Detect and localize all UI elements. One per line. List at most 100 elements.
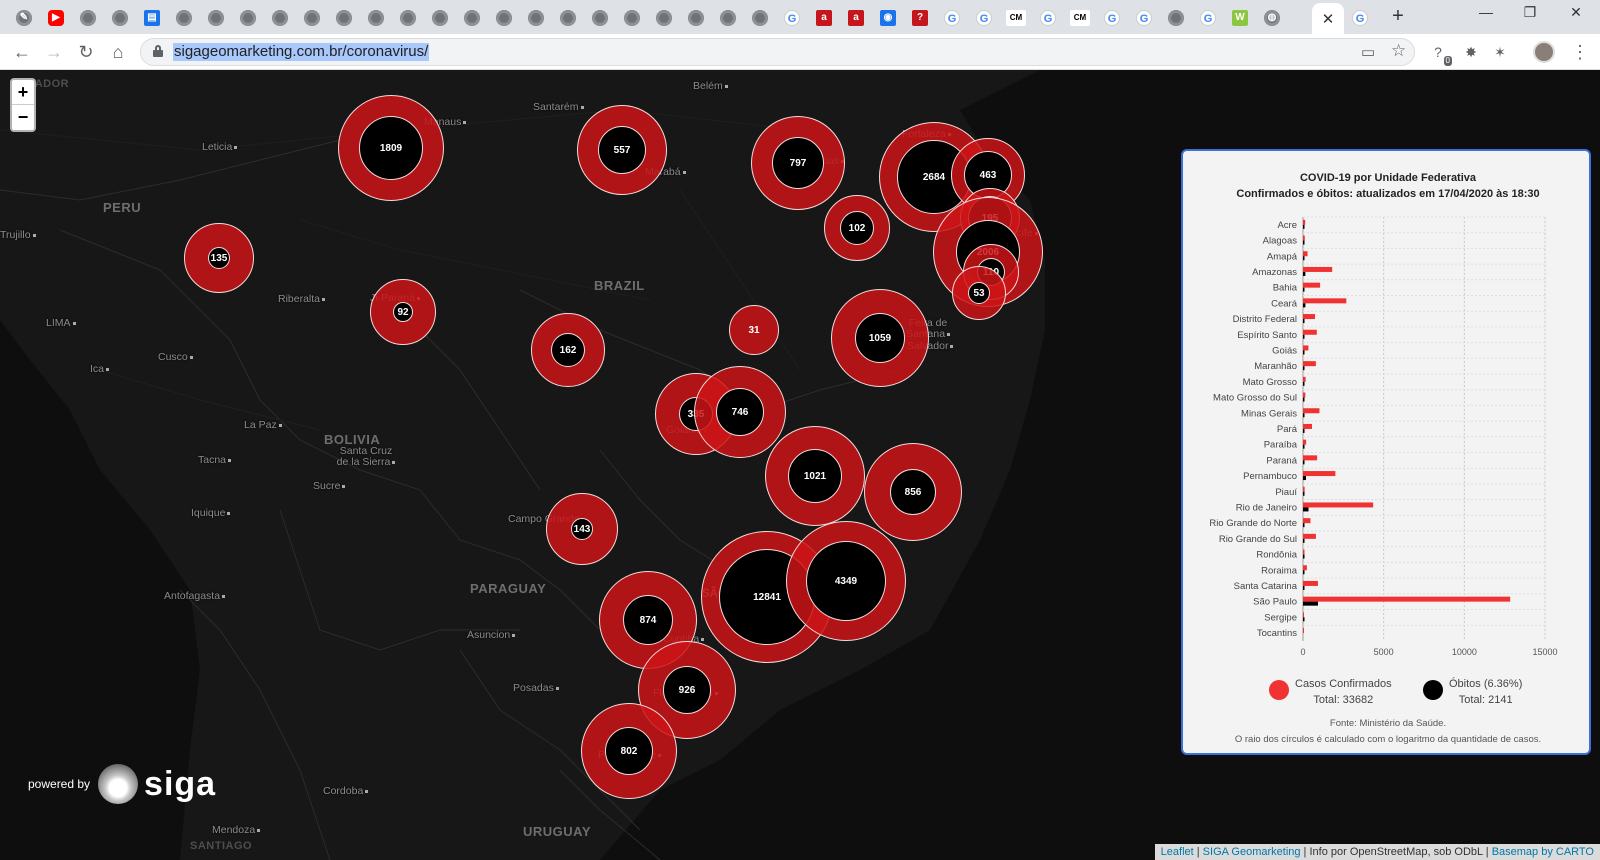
leaflet-link[interactable]: Leaflet xyxy=(1161,846,1194,858)
tab[interactable]: a xyxy=(810,5,838,31)
case-bubble-mt[interactable]: 162 xyxy=(531,313,605,387)
category-label: Amazonas xyxy=(1252,267,1297,278)
bookmark-star-icon[interactable]: ☆ xyxy=(1391,41,1406,61)
w-icon: W xyxy=(1232,10,1248,26)
new-tab-button[interactable]: + xyxy=(1386,5,1410,28)
tab[interactable] xyxy=(330,5,358,31)
tab[interactable]: G xyxy=(970,5,998,31)
tab[interactable] xyxy=(490,5,518,31)
tab[interactable]: a xyxy=(842,5,870,31)
powered-by-logo[interactable]: powered by siga xyxy=(28,764,216,804)
url-text[interactable]: sigageomarketing.com.br/coronavirus/ xyxy=(173,43,430,61)
case-bubble-pa[interactable]: 557 xyxy=(577,105,667,195)
tab[interactable] xyxy=(746,5,774,31)
tab[interactable] xyxy=(586,5,614,31)
case-bubble-ac[interactable]: 135 xyxy=(184,223,254,293)
case-bubble-df[interactable]: 746 xyxy=(694,366,786,458)
case-bubble-mg[interactable]: 1021 xyxy=(765,426,865,526)
place-dot-icon xyxy=(682,170,686,174)
tab[interactable]: G xyxy=(1034,5,1062,31)
pin-extension-icon[interactable]: ✶ xyxy=(1490,42,1510,62)
bar-deaths xyxy=(1303,538,1305,543)
zoom-in-button[interactable]: + xyxy=(12,80,34,105)
legend-deaths[interactable]: Óbitos (6.36%) Total: 2141 xyxy=(1423,676,1522,708)
forward-button[interactable]: → xyxy=(42,40,66,64)
case-bubble-rj[interactable]: 4349 xyxy=(786,521,906,641)
case-bubble-pi[interactable]: 102 xyxy=(824,195,890,261)
cast-icon[interactable]: ▭ xyxy=(1361,43,1375,61)
tab[interactable] xyxy=(618,5,646,31)
tab[interactable] xyxy=(714,5,742,31)
tab[interactable] xyxy=(298,5,326,31)
tab[interactable] xyxy=(682,5,710,31)
tab[interactable] xyxy=(74,5,102,31)
case-bubble-es[interactable]: 856 xyxy=(864,443,962,541)
lock-icon[interactable] xyxy=(153,45,163,57)
tab[interactable]: G xyxy=(1130,5,1158,31)
tab[interactable] xyxy=(426,5,454,31)
tab[interactable]: ▤ xyxy=(138,5,166,31)
case-bubble-ba[interactable]: 1059 xyxy=(831,289,929,387)
tab[interactable]: ✎ xyxy=(10,5,38,31)
close-tab-icon[interactable]: ✕ xyxy=(1322,10,1335,28)
tab[interactable] xyxy=(522,5,550,31)
active-tab[interactable]: ✕ xyxy=(1312,3,1344,34)
menu-icon[interactable]: ⋮ xyxy=(1568,40,1592,64)
tab[interactable] xyxy=(362,5,390,31)
tab[interactable]: G xyxy=(1194,5,1222,31)
bolt-icon[interactable]: ✸ xyxy=(1461,42,1481,62)
zoom-out-button[interactable]: − xyxy=(12,105,34,130)
tab[interactable]: ◉ xyxy=(874,5,902,31)
close-window-button[interactable]: ✕ xyxy=(1556,4,1596,21)
category-label: Piauí xyxy=(1275,487,1297,498)
cm-icon: CM xyxy=(1006,10,1026,26)
reload-button[interactable]: ↻ xyxy=(74,40,98,64)
tab[interactable] xyxy=(266,5,294,31)
place-dot-icon xyxy=(701,637,705,641)
map[interactable]: PERU BRAZIL BOLIVIA PARAGUAY URUGUAY SANTIAGO… xyxy=(0,70,1600,860)
carto-link[interactable]: Basemap by CARTO xyxy=(1492,846,1594,858)
tab[interactable] xyxy=(202,5,230,31)
case-bubble-ma[interactable]: 797 xyxy=(751,116,845,210)
case-bubble-ro[interactable]: 92 xyxy=(370,279,436,345)
tab[interactable]: CM xyxy=(1002,5,1030,31)
case-bubble-se[interactable]: 53 xyxy=(952,266,1006,320)
tab[interactable]: G xyxy=(778,5,806,31)
tab[interactable]: CM xyxy=(1066,5,1094,31)
legend-confirmed[interactable]: Casos Confirmados Total: 33682 xyxy=(1269,676,1392,708)
extension-badge-icon[interactable]: ? 0 xyxy=(1428,42,1452,66)
tab[interactable] xyxy=(234,5,262,31)
tab[interactable]: G xyxy=(1346,5,1374,31)
tab[interactable] xyxy=(554,5,582,31)
home-button[interactable]: ⌂ xyxy=(106,40,130,64)
tab[interactable]: G xyxy=(938,5,966,31)
tab[interactable]: G xyxy=(1098,5,1126,31)
back-button[interactable]: ← xyxy=(10,40,34,64)
tab[interactable]: ◍ xyxy=(1258,5,1286,31)
restore-button[interactable]: ❐ xyxy=(1510,4,1550,21)
tab[interactable] xyxy=(1162,5,1190,31)
x-tick-label: 10000 xyxy=(1452,647,1477,657)
bubble-label: 746 xyxy=(716,388,764,436)
bubble-label: 557 xyxy=(598,126,646,174)
category-label: Pará xyxy=(1277,424,1298,435)
minimize-button[interactable]: — xyxy=(1466,4,1506,20)
case-bubble-to[interactable]: 31 xyxy=(729,305,779,355)
tab[interactable] xyxy=(170,5,198,31)
tab[interactable]: ▶ xyxy=(42,5,70,31)
tab[interactable] xyxy=(394,5,422,31)
tab[interactable] xyxy=(106,5,134,31)
siga-link[interactable]: SIGA Geomarketing xyxy=(1203,846,1301,858)
avatar[interactable] xyxy=(1533,41,1555,63)
tab[interactable] xyxy=(458,5,486,31)
place-dot-icon xyxy=(72,321,76,325)
category-label: Minas Gerais xyxy=(1241,408,1297,419)
bar-deaths xyxy=(1303,570,1305,575)
tab[interactable]: W xyxy=(1226,5,1254,31)
address-bar[interactable]: sigageomarketing.com.br/coronavirus/ ▭ ☆ xyxy=(140,38,1415,66)
tab[interactable] xyxy=(650,5,678,31)
case-bubble-am[interactable]: 1809 xyxy=(338,95,444,201)
case-bubble-ms[interactable]: 143 xyxy=(546,493,618,565)
tab[interactable]: ? xyxy=(906,5,934,31)
case-bubble-rs[interactable]: 802 xyxy=(581,703,677,799)
